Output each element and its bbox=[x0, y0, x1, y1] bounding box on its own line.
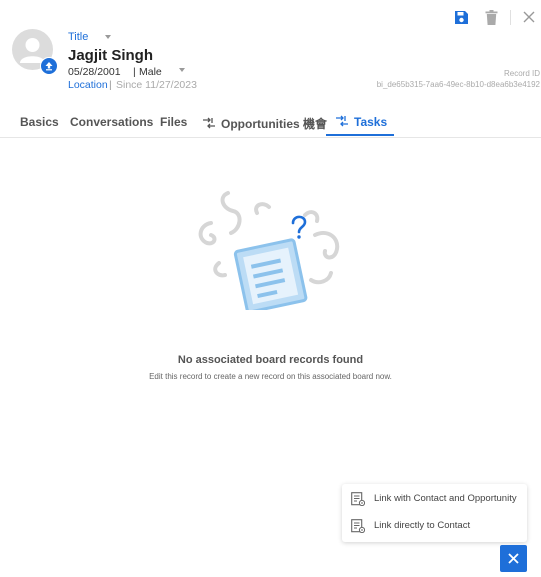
delete-button[interactable] bbox=[485, 10, 498, 25]
title-select[interactable]: Title bbox=[68, 31, 112, 43]
link-list-icon bbox=[351, 491, 365, 506]
tab-label: Opportunities 機會 bbox=[221, 117, 327, 131]
tab-label: Files bbox=[160, 115, 188, 129]
chevron-down-icon bbox=[105, 35, 112, 40]
tab-files[interactable]: Files bbox=[160, 115, 187, 129]
tab-basics[interactable]: Basics bbox=[20, 115, 59, 129]
close-link-menu-button[interactable] bbox=[500, 545, 527, 572]
active-tab-indicator bbox=[326, 134, 394, 136]
empty-state-illustration bbox=[198, 191, 340, 310]
link-menu: Link with Contact and Opportunity Link d… bbox=[342, 484, 527, 542]
close-icon bbox=[523, 11, 535, 23]
date-of-birth[interactable]: 05/28/2001 bbox=[68, 66, 121, 78]
save-button[interactable] bbox=[454, 10, 469, 25]
tab-tasks[interactable]: Tasks bbox=[335, 115, 387, 129]
link-arrows-icon bbox=[203, 117, 215, 129]
title-select-label: Title bbox=[68, 31, 89, 43]
close-icon bbox=[508, 553, 519, 564]
field-separator: | bbox=[109, 79, 112, 91]
tab-label: Basics bbox=[20, 115, 59, 129]
tab-conversations[interactable]: Conversations bbox=[70, 115, 153, 129]
tabs-divider bbox=[0, 137, 541, 138]
chevron-down-icon[interactable] bbox=[179, 68, 185, 72]
gender-select[interactable]: Male bbox=[139, 66, 162, 78]
record-id-label: Record ID bbox=[503, 69, 540, 78]
close-button[interactable] bbox=[522, 10, 536, 24]
field-separator: | bbox=[133, 66, 136, 78]
link-directly-to-contact-item[interactable]: Link directly to Contact bbox=[342, 512, 527, 539]
link-list-icon bbox=[351, 518, 365, 533]
save-icon bbox=[455, 11, 468, 24]
link-arrows-icon bbox=[336, 115, 348, 127]
upload-icon bbox=[45, 62, 53, 71]
tab-opportunities[interactable]: Opportunities 機會 bbox=[202, 115, 327, 132]
toolbar-divider bbox=[510, 10, 511, 25]
empty-state-title: No associated board records found bbox=[177, 354, 364, 366]
menu-item-label: Link directly to Contact bbox=[374, 520, 471, 531]
link-with-contact-and-opportunity-item[interactable]: Link with Contact and Opportunity bbox=[342, 485, 527, 512]
since-date: Since 11/27/2023 bbox=[116, 79, 197, 91]
tab-label: Conversations bbox=[70, 115, 154, 129]
tab-label: Tasks bbox=[354, 115, 388, 129]
empty-state-subtitle: Edit this record to create a new record … bbox=[149, 372, 392, 381]
location-link[interactable]: Location bbox=[68, 79, 108, 91]
upload-photo-button[interactable] bbox=[40, 57, 58, 75]
delete-icon bbox=[485, 10, 498, 25]
menu-item-label: Link with Contact and Opportunity bbox=[374, 493, 517, 504]
record-id-value: bi_de65b315-7aa6-49ec-8b10-d8ea6b3e4192 bbox=[376, 80, 540, 89]
contact-name[interactable]: Jagjit Singh bbox=[68, 47, 153, 64]
